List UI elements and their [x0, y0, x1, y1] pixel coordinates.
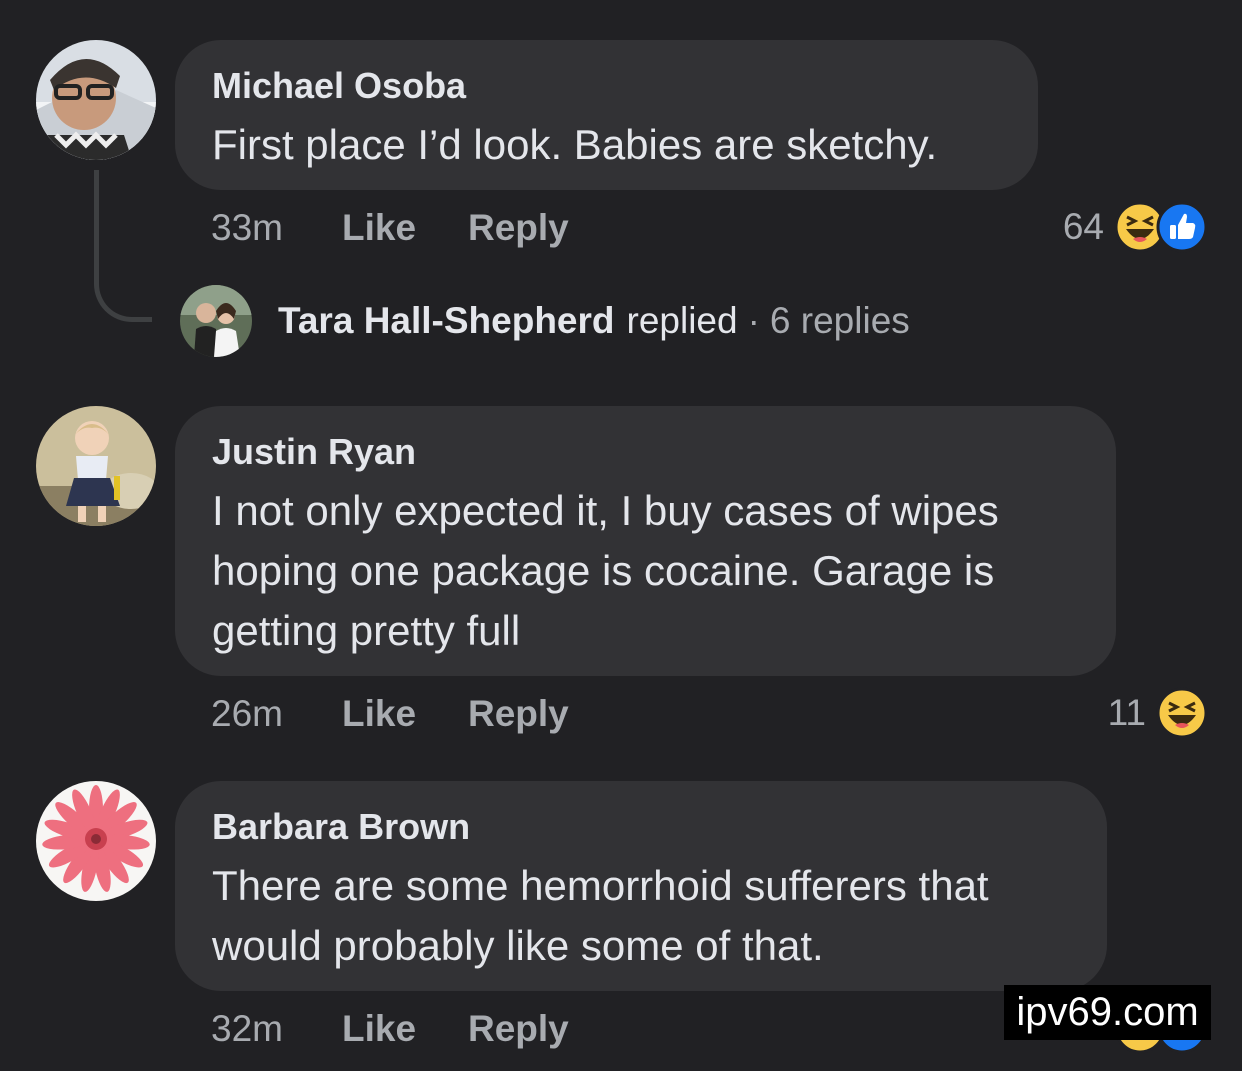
comment-actions: 26m Like Reply: [211, 689, 569, 739]
comment-text-line: getting pretty full: [212, 607, 521, 654]
comment-text: First place I’d look. Babies are sketchy…: [212, 121, 938, 168]
haha-emoji-icon: [1156, 687, 1208, 739]
replier-name[interactable]: Tara Hall-Shepherd: [278, 300, 615, 342]
reply-button[interactable]: Reply: [468, 693, 569, 735]
reply-button[interactable]: Reply: [468, 1008, 569, 1050]
like-thumb-icon: [1156, 201, 1208, 253]
avatar-barbara-brown[interactable]: [36, 781, 156, 901]
reaction-summary[interactable]: 11: [1108, 687, 1208, 739]
comment-actions: 32m Like Reply: [211, 1004, 569, 1054]
comment-timestamp[interactable]: 33m: [211, 207, 342, 249]
comment-timestamp[interactable]: 26m: [211, 693, 342, 735]
comment-bubble[interactable]: Barbara Brown There are some hemorrhoid …: [175, 781, 1107, 991]
comment-author[interactable]: Michael Osoba: [212, 62, 1002, 110]
avatar-tara-hall-shepherd[interactable]: [180, 285, 252, 357]
avatar-michael-osoba[interactable]: [36, 40, 156, 160]
comment-text-line: There are some hemorrhoid sufferers that: [212, 862, 989, 909]
replied-label: replied: [626, 300, 738, 341]
comment-text-line: hoping one package is cocaine. Garage is: [212, 547, 995, 594]
reaction-count: 64: [1062, 206, 1104, 247]
watermark-label: ipv69.com: [1004, 985, 1211, 1040]
comment-text-line: would probably like some of that.: [212, 922, 824, 969]
like-button[interactable]: Like: [342, 207, 468, 249]
reaction-summary[interactable]: 64: [1063, 201, 1208, 253]
comment-author[interactable]: Justin Ryan: [212, 428, 1080, 476]
comment-text: I not only expected it, I buy cases of w…: [212, 481, 1080, 661]
comment-bubble[interactable]: Justin Ryan I not only expected it, I bu…: [175, 406, 1116, 676]
avatar-justin-ryan[interactable]: [36, 406, 156, 526]
like-button[interactable]: Like: [342, 1008, 468, 1050]
comment-text-line: I not only expected it, I buy cases of w…: [212, 487, 999, 534]
reply-count[interactable]: 6 replies: [770, 300, 910, 342]
separator-dot: ·: [747, 300, 760, 341]
comment-author[interactable]: Barbara Brown: [212, 803, 1071, 851]
reply-button[interactable]: Reply: [468, 207, 569, 249]
like-button[interactable]: Like: [342, 693, 468, 735]
comment-bubble[interactable]: Michael Osoba First place I’d look. Babi…: [175, 40, 1038, 190]
comment-text: There are some hemorrhoid sufferers that…: [212, 856, 1071, 976]
thread-connector-line: [94, 170, 152, 322]
view-replies-link[interactable]: Tara Hall-Shepherd replied · 6 replies: [180, 284, 910, 358]
reaction-count: 11: [1107, 692, 1146, 733]
comment-actions: 33m Like Reply: [211, 203, 569, 253]
comment-timestamp[interactable]: 32m: [211, 1008, 342, 1050]
